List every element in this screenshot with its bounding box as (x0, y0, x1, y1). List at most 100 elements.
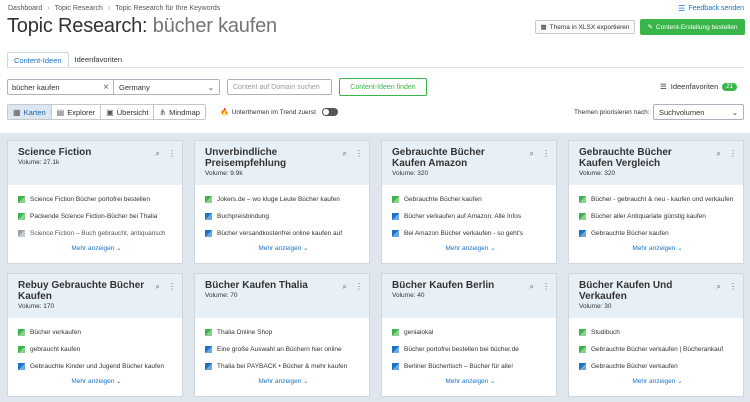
card-actions: ⌕ ⋮ (530, 149, 550, 159)
view-cards-button[interactable]: ▦ Karten (8, 105, 52, 119)
favorites-label: Ideenfavoriten (670, 82, 719, 91)
headline-item[interactable]: Bücher verkaufen (18, 324, 175, 341)
headline-item[interactable]: Bücher verkaufen auf Amazon: Alle Infos (392, 208, 549, 225)
card-volume: Volume: 320 (392, 170, 429, 177)
trend-toggle[interactable] (321, 108, 338, 116)
headline-item[interactable]: Thalia bei PAYBACK • Bücher & mehr kaufe… (205, 358, 362, 375)
headline-item[interactable]: Bücher versandkostenfrei online kaufen a… (205, 225, 362, 242)
show-more-link[interactable]: Mehr anzeigen ⌄ (205, 375, 362, 389)
topic-card[interactable]: Bücher Kaufen Thalia Volume: 70 ⌕ ⋮ Thalia O… (194, 273, 370, 397)
country-select[interactable]: Germany ⌄ (114, 80, 219, 94)
show-more-link[interactable]: Mehr anzeigen ⌄ (579, 375, 736, 389)
chevron-down-icon: ⌄ (488, 378, 496, 385)
search-icon[interactable]: ⌕ (530, 149, 534, 159)
card-volume: Volume: 170 (18, 303, 55, 310)
headline-item[interactable]: genialokal (392, 324, 549, 341)
priority-label: Themen priorisieren nach: (574, 109, 650, 116)
view-mindmap-button[interactable]: ⋔ Mindmap (154, 105, 205, 119)
show-more-link[interactable]: Mehr anzeigen ⌄ (205, 242, 362, 256)
headline-item[interactable]: Gebrauchte Bücher kaufen (392, 191, 549, 208)
search-icon[interactable]: ⌕ (156, 282, 160, 292)
headline-item[interactable]: Bücher aller Antiquariate günstig kaufen (579, 208, 736, 225)
topic-card[interactable]: Gebrauchte Bücher Kaufen Amazon Volume: 3… (381, 140, 557, 264)
tab-divider (7, 67, 744, 68)
headline-item[interactable]: Eine große Auswahl an Büchern hier onlin… (205, 341, 362, 358)
view-explorer-button[interactable]: ▤ Explorer (51, 105, 102, 119)
tab-content-ideas[interactable]: Content-Ideen (7, 52, 69, 68)
headline-item[interactable]: Buchpreisbindung (205, 208, 362, 225)
view-mindmap-label: Mindmap (169, 107, 200, 117)
tab-idea-favorites[interactable]: Ideenfavoriten (69, 52, 129, 68)
card-title: Science Fiction (18, 147, 92, 158)
card-volume: Volume: 9.9k (205, 170, 243, 177)
headline-item[interactable]: Thalia Online Shop (205, 324, 362, 341)
more-icon[interactable]: ⋮ (168, 282, 176, 292)
headline-item[interactable]: Bücher portofrei bestellen bei bücher.de (392, 341, 549, 358)
search-icon[interactable]: ⌕ (717, 149, 721, 159)
export-xlsx-button[interactable]: ▦ Thema in XLSX exportieren (535, 20, 635, 34)
topic-card[interactable]: Bücher Kaufen Und Verkaufen Volume: 30 ⌕ ⋮ S… (568, 273, 744, 397)
search-icon[interactable]: ⌕ (343, 149, 347, 159)
show-more-link[interactable]: Mehr anzeigen ⌄ (18, 375, 175, 389)
topic-card[interactable]: Unverbindliche Preisempfehlung Volume: 9.… (194, 140, 370, 264)
headline-item[interactable]: Science Fiction – Buch gebraucht, antiqu… (18, 225, 175, 242)
headline-item[interactable]: Bücher - gebraucht & neu - kaufen und ve… (579, 191, 736, 208)
show-more-link[interactable]: Mehr anzeigen ⌄ (392, 375, 549, 389)
headline-item[interactable]: Packende Science Fiction-Bücher bei Thal… (18, 208, 175, 225)
headline-icon (18, 346, 25, 353)
clear-icon[interactable]: × (103, 82, 109, 93)
headline-item[interactable]: Bei Amazon Bücher verkaufen - so geht's (392, 225, 549, 242)
order-content-button[interactable]: ✎ Content-Erstellung bestellen (640, 19, 745, 35)
card-actions: ⌕ ⋮ (717, 149, 737, 159)
headline-item[interactable]: Berliner Büchertisch – Bücher für alle! (392, 358, 549, 375)
show-more-link[interactable]: Mehr anzeigen ⌄ (579, 242, 736, 256)
question-icon (579, 230, 586, 237)
headline-icon (579, 346, 586, 353)
more-icon[interactable]: ⋮ (729, 149, 737, 159)
headline-item[interactable]: Jokers.de – wo kluge Leute Bücher kaufen (205, 191, 362, 208)
headline-text: Science Fiction – Buch gebraucht, antiqu… (30, 230, 166, 237)
headline-item[interactable]: gebraucht kaufen (18, 341, 175, 358)
headline-item[interactable]: Gebrauchte Bücher verkaufen (579, 358, 736, 375)
more-icon[interactable]: ⋮ (355, 149, 363, 159)
more-icon[interactable]: ⋮ (355, 282, 363, 292)
headline-text: genialokal (404, 329, 434, 336)
domain-input[interactable]: Content auf Domain suchen (227, 79, 332, 95)
chevron-right-icon: › (107, 5, 111, 12)
breadcrumb-topic-research[interactable]: Topic Research (55, 5, 103, 12)
topic-card[interactable]: Gebrauchte Bücher Kaufen Vergleich Volume… (568, 140, 744, 264)
chevron-down-icon: ⌄ (114, 245, 122, 252)
search-icon[interactable]: ⌕ (530, 282, 534, 292)
more-icon[interactable]: ⋮ (168, 149, 176, 159)
trend-label: Unterthemen im Trend zuerst (231, 108, 316, 116)
card-header: Science Fiction Volume: 27.1k ⌕ ⋮ (8, 141, 182, 185)
search-icon[interactable]: ⌕ (156, 149, 160, 159)
topic-card[interactable]: Rebuy Gebrauchte Bücher Kaufen Volume: 17… (7, 273, 183, 397)
headline-item[interactable]: Gebrauchte Bücher kaufen (579, 225, 736, 242)
topic-card[interactable]: Bücher Kaufen Berlin Volume: 40 ⌕ ⋮ genialok… (381, 273, 557, 397)
country-value: Germany (119, 82, 150, 92)
search-icon[interactable]: ⌕ (717, 282, 721, 292)
favorites-count-badge: 21 (722, 82, 737, 91)
show-more-link[interactable]: Mehr anzeigen ⌄ (392, 242, 549, 256)
more-icon[interactable]: ⋮ (542, 282, 550, 292)
feedback-link[interactable]: ☰ Feedback senden (678, 4, 744, 13)
show-more-link[interactable]: Mehr anzeigen ⌄ (18, 242, 175, 256)
more-icon[interactable]: ⋮ (542, 149, 550, 159)
favorites-link[interactable]: ☰ Ideenfavoriten 21 (660, 82, 737, 91)
find-ideas-button[interactable]: Content-Ideen finden (339, 78, 427, 96)
feedback-label: Feedback senden (688, 5, 744, 12)
card-title: Rebuy Gebrauchte Bücher Kaufen (18, 280, 145, 302)
keyword-input[interactable]: bücher kaufen × (8, 80, 114, 94)
priority-select[interactable]: Suchvolumen ⌄ (653, 104, 744, 120)
headline-item[interactable]: Studibuch (579, 324, 736, 341)
export-label: Thema in XLSX exportieren (549, 23, 630, 31)
headline-item[interactable]: Science Fiction Bücher portofrei bestell… (18, 191, 175, 208)
more-icon[interactable]: ⋮ (729, 282, 737, 292)
search-icon[interactable]: ⌕ (343, 282, 347, 292)
headline-item[interactable]: Gebrauchte Bücher verkaufen | Bücheranka… (579, 341, 736, 358)
headline-item[interactable]: Gebrauchte Kinder und Jugend Bücher kauf… (18, 358, 175, 375)
topic-card[interactable]: Science Fiction Volume: 27.1k ⌕ ⋮ Science Fi… (7, 140, 183, 264)
view-overview-button[interactable]: ▣ Übersicht (101, 105, 155, 119)
breadcrumb-dashboard[interactable]: Dashboard (8, 5, 42, 12)
